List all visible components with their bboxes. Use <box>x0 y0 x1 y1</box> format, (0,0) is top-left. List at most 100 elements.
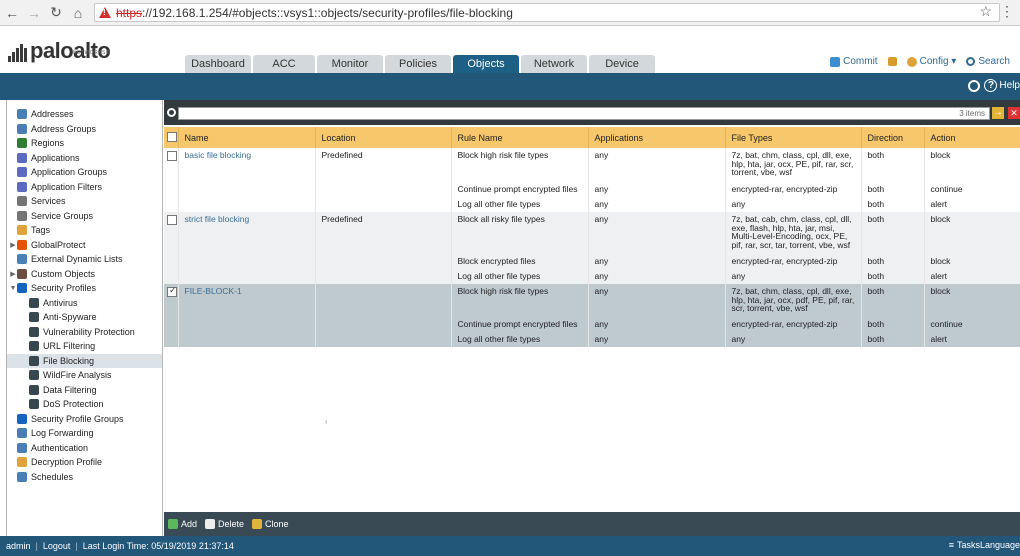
clone-button[interactable]: Clone <box>252 519 289 529</box>
sidebar-item-file-blocking[interactable]: File Blocking <box>7 353 162 368</box>
table-row[interactable]: Log all other file types any any both alert <box>164 197 1020 212</box>
tab-monitor[interactable]: Monitor <box>317 55 383 73</box>
row-checkbox-cell[interactable] <box>164 212 179 254</box>
tab-objects[interactable]: Objects <box>453 55 519 73</box>
tasks-button[interactable]: ≡ Tasks <box>949 540 980 550</box>
sidebar-item-external-dynamic-lists[interactable]: External Dynamic Lists <box>7 252 162 267</box>
tab-policies[interactable]: Policies <box>385 55 451 73</box>
apply-filter-icon[interactable]: → <box>992 107 1004 119</box>
row-checkbox-cell[interactable] <box>164 197 179 212</box>
logout-link[interactable]: Logout <box>43 541 71 551</box>
profile-name-link[interactable]: basic file blocking <box>178 148 316 182</box>
applications: any <box>588 182 726 197</box>
sidebar-item-address-groups[interactable]: Address Groups <box>7 122 162 137</box>
row-checkbox[interactable] <box>167 286 177 297</box>
row-checkbox-cell[interactable] <box>164 269 179 284</box>
row-checkbox-cell[interactable] <box>164 254 179 269</box>
sidebar-item-antivirus[interactable]: Antivirus <box>7 296 162 311</box>
not-secure-warning-icon[interactable] <box>99 7 111 18</box>
sidebar-item-application-filters[interactable]: Application Filters <box>7 180 162 195</box>
table-row[interactable]: basic file blocking Predefined Block high … <box>164 148 1020 182</box>
tab-device[interactable]: Device <box>589 55 655 73</box>
table-row[interactable]: strict file blocking Predefined Block all … <box>164 212 1020 254</box>
sidebar-item-application-groups[interactable]: Application Groups <box>7 165 162 180</box>
table-row[interactable]: Block encrypted files any encrypted-rar, e… <box>164 254 1020 269</box>
row-checkbox-cell[interactable] <box>164 182 179 197</box>
column-header-location[interactable]: Location <box>315 127 452 148</box>
sidebar-item-url-filtering[interactable]: URL Filtering <box>7 339 162 354</box>
search-button[interactable]: Search <box>966 56 1010 67</box>
language-link[interactable]: Language <box>980 540 1020 550</box>
sidebar-item-authentication[interactable]: Authentication <box>7 441 162 456</box>
column-header-direction[interactable]: Direction <box>861 127 925 148</box>
sidebar-item-security-profile-groups[interactable]: Security Profile Groups <box>7 412 162 427</box>
sidebar-item-services[interactable]: Services <box>7 194 162 209</box>
table-row[interactable]: Continue prompt encrypted files any encryp… <box>164 182 1020 197</box>
select-all-checkbox-cell[interactable] <box>164 127 179 148</box>
bookmark-star-icon[interactable]: ☆ <box>979 3 992 20</box>
clear-filter-icon[interactable]: ✕ <box>1008 107 1020 119</box>
sidebar-item-tags[interactable]: Tags <box>7 223 162 238</box>
add-icon <box>168 519 178 529</box>
row-checkbox[interactable] <box>167 151 177 161</box>
config-menu[interactable]: Config ▾ <box>906 56 956 67</box>
table-row[interactable]: Continue prompt encrypted files any encryp… <box>164 317 1020 332</box>
sidebar-item-icon <box>17 457 27 468</box>
home-icon[interactable]: ⌂ <box>68 3 88 23</box>
sidebar-item-dos-protection[interactable]: DoS Protection <box>7 397 162 412</box>
direction: both <box>861 182 925 197</box>
config-lock-button[interactable] <box>887 56 897 67</box>
row-checkbox-cell[interactable] <box>164 148 179 182</box>
row-checkbox[interactable] <box>167 215 177 225</box>
browser-menu-icon[interactable]: ⋮ <box>1000 3 1014 20</box>
address-bar[interactable]: https ://192.168.1.254/#objects::vsys1::… <box>94 3 1000 22</box>
back-icon[interactable]: ← <box>2 3 22 23</box>
expand-arrow-icon[interactable]: ▶ <box>9 270 17 278</box>
filter-search-icon <box>167 108 176 117</box>
column-header-rule-name[interactable]: Rule Name <box>451 127 589 148</box>
table-row[interactable]: Log all other file types any any both alert <box>164 269 1020 284</box>
sidebar-item-custom-objects[interactable]: ▶ Custom Objects <box>7 267 162 282</box>
row-checkbox-cell[interactable] <box>164 317 179 332</box>
help-button[interactable]: ? Help <box>984 79 1020 92</box>
add-button[interactable]: Add <box>168 519 197 529</box>
select-all-checkbox[interactable] <box>167 131 177 142</box>
delete-button[interactable]: Delete <box>205 519 244 529</box>
row-checkbox-cell[interactable] <box>164 284 179 317</box>
sidebar-item-wildfire-analysis[interactable]: WildFire Analysis <box>7 368 162 383</box>
profile-name-link[interactable]: strict file blocking <box>178 212 316 254</box>
column-header-name[interactable]: Name <box>178 127 316 148</box>
sidebar-item-label: Application Filters <box>31 181 103 192</box>
sidebar-item-schedules[interactable]: Schedules <box>7 470 162 485</box>
sidebar-item-log-forwarding[interactable]: Log Forwarding <box>7 426 162 441</box>
profile-name-link[interactable]: FILE-BLOCK-1 <box>178 284 316 317</box>
table-row[interactable]: FILE-BLOCK-1 Block high risk file typesan… <box>164 284 1020 317</box>
forward-icon[interactable]: → <box>24 3 44 23</box>
column-header-applications[interactable]: Applications <box>588 127 726 148</box>
row-checkbox-cell[interactable] <box>164 332 179 347</box>
sidebar-item-regions[interactable]: Regions <box>7 136 162 151</box>
commit-button[interactable]: Commit <box>830 56 878 67</box>
sidebar-item-anti-spyware[interactable]: Anti-Spyware <box>7 310 162 325</box>
sidebar-item-vulnerability-protection[interactable]: Vulnerability Protection <box>7 325 162 340</box>
sidebar-item-globalprotect[interactable]: ▶ GlobalProtect <box>7 238 162 253</box>
table-row[interactable]: Log all other file types any any both alert <box>164 332 1020 347</box>
sidebar-collapse-handle[interactable]: ‹ <box>325 419 331 433</box>
tab-network[interactable]: Network <box>521 55 587 73</box>
filter-input[interactable]: 3 items <box>178 107 990 120</box>
sidebar-item-decryption-profile[interactable]: Decryption Profile <box>7 455 162 470</box>
sidebar-item-security-profiles[interactable]: ▼ Security Profiles <box>7 281 162 296</box>
refresh-icon[interactable] <box>968 80 980 92</box>
expand-arrow-icon[interactable]: ▶ <box>9 241 17 249</box>
sidebar-item-service-groups[interactable]: Service Groups <box>7 209 162 224</box>
url-path: ://192.168.1.254/#objects::vsys1::object… <box>142 5 513 20</box>
sidebar-item-applications[interactable]: Applications <box>7 151 162 166</box>
sidebar-item-data-filtering[interactable]: Data Filtering <box>7 383 162 398</box>
tab-dashboard[interactable]: Dashboard <box>185 55 251 73</box>
column-header-action[interactable]: Action <box>924 127 1020 148</box>
column-header-file-types[interactable]: File Types <box>725 127 862 148</box>
reload-icon[interactable]: ↻ <box>46 3 66 23</box>
expand-arrow-icon[interactable]: ▼ <box>9 285 17 292</box>
sidebar-item-addresses[interactable]: Addresses <box>7 107 162 122</box>
tab-acc[interactable]: ACC <box>253 55 315 73</box>
